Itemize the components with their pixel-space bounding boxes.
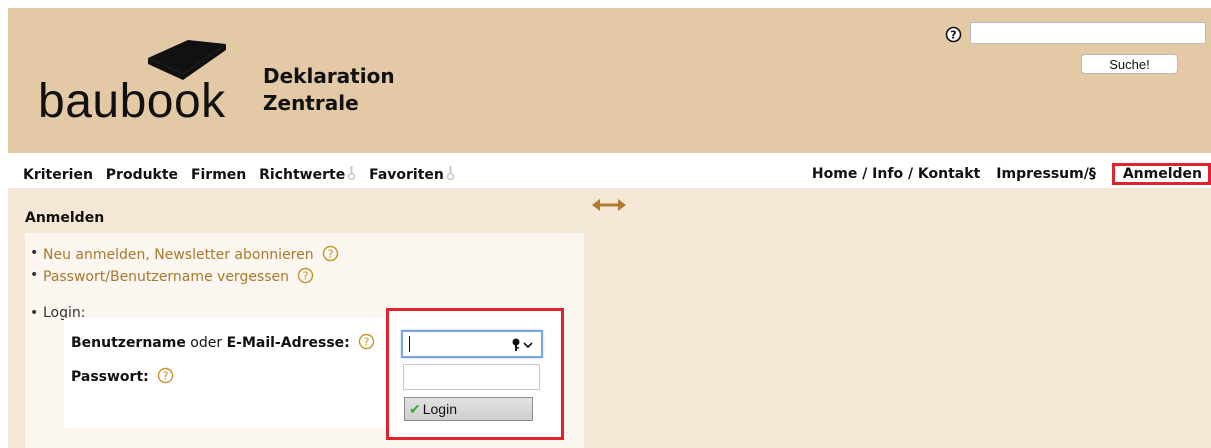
nav-anmelden[interactable]: Anmelden (1111, 163, 1211, 185)
username-label: Benutzername oder E-Mail-Adresse: ? (71, 333, 375, 351)
help-icon[interactable]: ? (358, 333, 375, 350)
checkmark-icon: ✔ (409, 400, 421, 417)
password-label: Passwort: ? (71, 367, 174, 385)
password-label-text: Passwort: (71, 369, 149, 385)
username-label-or: oder (185, 335, 227, 351)
help-icon[interactable]: ? (157, 367, 174, 384)
logo-subtitle-line2: Zentrale (263, 91, 359, 115)
nav-left: Kriterien Produkte Firmen Richtwerte Fav… (23, 166, 463, 183)
header: baubook Deklaration Zentrale ? Suche! (8, 8, 1211, 153)
password-key-dropdown-icon[interactable] (511, 338, 535, 352)
nav-right: Home / Info / Kontakt Impressum/§ Anmeld… (812, 160, 1211, 188)
text-caret (409, 336, 410, 352)
nav-favoriten[interactable]: Favoriten (369, 166, 463, 183)
list-item: Passwort/Benutzername vergessen ? (28, 267, 339, 289)
password-input[interactable] (403, 364, 540, 390)
options-list: Neu anmelden, Newsletter abonnieren ? Pa… (28, 245, 339, 327)
nav-firmen[interactable]: Firmen (191, 167, 246, 183)
register-newsletter-link[interactable]: Neu anmelden, Newsletter abonnieren (43, 247, 314, 263)
main-nav: Kriterien Produkte Firmen Richtwerte Fav… (8, 160, 1211, 188)
username-label-bold: Benutzername (71, 335, 186, 351)
svg-text:?: ? (364, 336, 370, 349)
login-button-label: Login (422, 400, 457, 417)
nav-favoriten-label: Favoriten (369, 167, 444, 183)
nav-home-info-kontakt[interactable]: Home / Info / Kontakt (812, 166, 980, 182)
help-icon[interactable]: ? (322, 245, 339, 262)
page-title: Anmelden (25, 210, 105, 226)
svg-text:?: ? (328, 248, 334, 261)
lock-key-icon (347, 166, 356, 180)
list-item: Neu anmelden, Newsletter abonnieren ? (28, 245, 339, 267)
username-input[interactable] (401, 330, 543, 358)
baubook-logo[interactable]: baubook (38, 38, 258, 128)
login-button[interactable]: ✔ Login (404, 397, 533, 421)
resize-arrows-icon[interactable] (592, 198, 626, 212)
logo-subtitle: Deklaration Zentrale (263, 63, 395, 117)
help-icon[interactable]: ? (297, 267, 314, 284)
help-icon[interactable]: ? (945, 26, 962, 43)
nav-richtwerte-label: Richtwerte (259, 167, 346, 183)
logo-subtitle-line1: Deklaration (263, 64, 395, 88)
svg-text:?: ? (950, 29, 956, 42)
nav-impressum[interactable]: Impressum/§ (996, 166, 1096, 182)
svg-text:?: ? (163, 370, 169, 383)
forgot-password-link[interactable]: Passwort/Benutzername vergessen (43, 269, 289, 285)
search-button[interactable]: Suche! (1081, 54, 1178, 74)
nav-richtwerte[interactable]: Richtwerte (259, 166, 364, 183)
lock-key-icon (446, 166, 455, 180)
nav-kriterien[interactable]: Kriterien (23, 167, 93, 183)
nav-produkte[interactable]: Produkte (106, 167, 178, 183)
email-label-bold: E-Mail-Adresse: (226, 335, 350, 351)
logo-wordmark: baubook (38, 75, 226, 128)
search-input[interactable] (970, 22, 1206, 44)
svg-text:?: ? (303, 270, 309, 283)
